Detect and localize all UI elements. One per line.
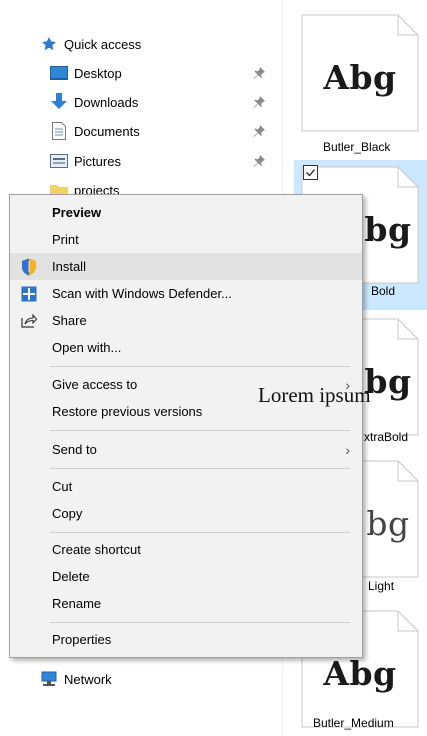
pin-icon[interactable] bbox=[252, 124, 266, 138]
menu-label: Give access to bbox=[52, 377, 138, 392]
menu-item-properties[interactable]: Properties bbox=[10, 626, 362, 653]
file-name[interactable]: Light bbox=[368, 579, 394, 593]
nav-label-network: Network bbox=[64, 671, 112, 687]
checkmark-icon bbox=[306, 169, 315, 177]
menu-item-send-to[interactable]: Send to › bbox=[10, 436, 362, 463]
desktop-icon bbox=[50, 64, 68, 82]
nav-label-quick-access: Quick access bbox=[64, 36, 142, 52]
menu-item-preview[interactable]: Preview bbox=[10, 199, 362, 226]
file-name[interactable]: xtraBold bbox=[364, 430, 408, 444]
shield-icon bbox=[20, 258, 38, 276]
file-tile-butler-black[interactable]: Abg bbox=[301, 14, 419, 132]
menu-label: Properties bbox=[52, 632, 112, 647]
nav-item-desktop[interactable]: Desktop bbox=[50, 61, 122, 85]
share-icon bbox=[20, 312, 38, 330]
pin-icon[interactable] bbox=[252, 66, 266, 80]
menu-separator bbox=[50, 430, 350, 431]
documents-icon bbox=[50, 122, 68, 140]
pin-icon[interactable] bbox=[252, 95, 266, 109]
menu-separator bbox=[50, 532, 350, 533]
overlay-text: Lorem ipsum bbox=[258, 383, 371, 407]
menu-label: Scan with Windows Defender... bbox=[52, 286, 232, 301]
menu-label: Send to bbox=[52, 442, 97, 457]
menu-separator bbox=[50, 468, 350, 469]
menu-label: Cut bbox=[52, 479, 73, 494]
context-menu: Preview Print Install Scan with Windows … bbox=[9, 194, 363, 658]
menu-item-install[interactable]: Install bbox=[10, 253, 362, 280]
menu-label: Rename bbox=[52, 596, 102, 611]
nav-item-documents[interactable]: Documents bbox=[50, 119, 140, 143]
menu-label: Copy bbox=[52, 506, 83, 521]
menu-separator bbox=[50, 366, 350, 367]
font-preview: Abg bbox=[323, 654, 397, 693]
nav-label-desktop: Desktop bbox=[74, 65, 122, 81]
file-name[interactable]: Butler_Medium bbox=[313, 716, 394, 730]
nav-item-network[interactable]: Network bbox=[40, 667, 112, 691]
menu-item-scan-defender[interactable]: Scan with Windows Defender... bbox=[10, 280, 362, 307]
nav-label-documents: Documents bbox=[74, 123, 140, 139]
menu-label: Print bbox=[52, 232, 79, 247]
network-icon bbox=[40, 670, 58, 688]
menu-label: Install bbox=[52, 259, 86, 274]
menu-item-share[interactable]: Share bbox=[10, 307, 362, 334]
nav-item-pictures[interactable]: Pictures bbox=[50, 149, 121, 173]
nav-item-quick-access[interactable]: Quick access bbox=[40, 32, 141, 56]
pin-icon[interactable] bbox=[252, 154, 266, 168]
menu-label: Open with... bbox=[52, 340, 122, 355]
menu-item-copy[interactable]: Copy bbox=[10, 500, 362, 527]
file-name[interactable]: Bold bbox=[371, 284, 395, 298]
nav-label-downloads: Downloads bbox=[74, 94, 139, 110]
menu-label: Create shortcut bbox=[52, 542, 141, 557]
menu-item-open-with[interactable]: Open with... bbox=[10, 334, 362, 361]
menu-label: Delete bbox=[52, 569, 90, 584]
menu-label: Share bbox=[52, 313, 87, 328]
font-preview: Abg bbox=[323, 58, 397, 97]
nav-label-pictures: Pictures bbox=[74, 153, 121, 169]
nav-item-downloads[interactable]: Downloads bbox=[50, 90, 138, 114]
selection-checkbox[interactable] bbox=[303, 165, 318, 180]
menu-item-delete[interactable]: Delete bbox=[10, 563, 362, 590]
file-name[interactable]: Butler_Black bbox=[323, 140, 390, 154]
menu-separator bbox=[50, 622, 350, 623]
menu-label: Preview bbox=[52, 205, 102, 220]
menu-item-create-shortcut[interactable]: Create shortcut bbox=[10, 536, 362, 563]
submenu-arrow-icon: › bbox=[345, 441, 350, 458]
defender-icon bbox=[20, 285, 38, 303]
downloads-arrow-icon bbox=[50, 93, 68, 111]
star-icon bbox=[40, 35, 58, 53]
menu-item-print[interactable]: Print bbox=[10, 226, 362, 253]
menu-item-cut[interactable]: Cut bbox=[10, 473, 362, 500]
menu-label: Restore previous versions bbox=[52, 404, 203, 419]
pictures-icon bbox=[50, 152, 68, 170]
menu-item-rename[interactable]: Rename bbox=[10, 590, 362, 617]
